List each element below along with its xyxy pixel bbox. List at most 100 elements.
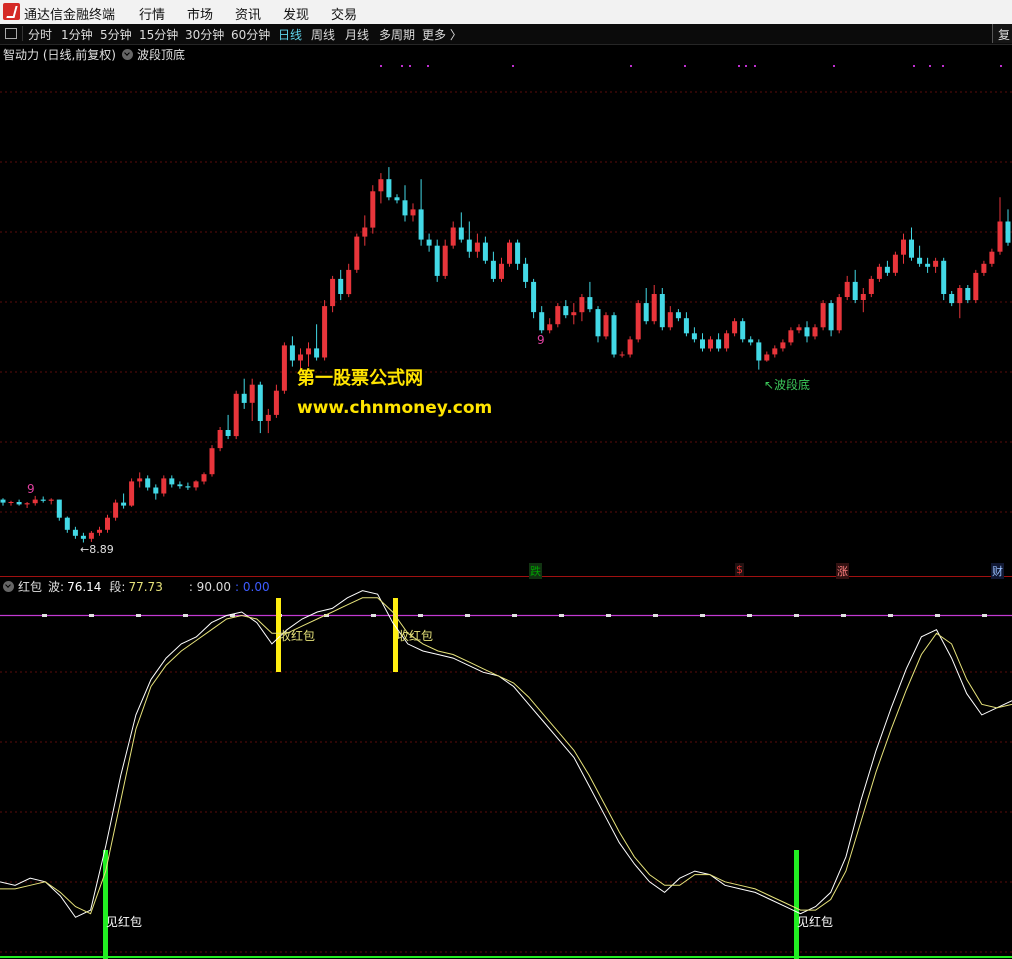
candle-body bbox=[354, 236, 360, 270]
level-marker bbox=[794, 614, 799, 617]
candle-body bbox=[691, 333, 697, 340]
candle-body bbox=[450, 227, 456, 246]
signal-dot bbox=[738, 65, 740, 67]
level-marker bbox=[512, 614, 517, 617]
candle-body bbox=[836, 297, 842, 331]
signal-dot bbox=[833, 65, 835, 67]
candle-body bbox=[667, 312, 673, 328]
signal-dot bbox=[745, 65, 747, 67]
watermark-title: 第一股票公式网 bbox=[297, 368, 423, 389]
buy-signal-bar bbox=[794, 850, 799, 959]
candle-body bbox=[499, 263, 504, 279]
candle-body bbox=[772, 348, 778, 355]
level-marker bbox=[89, 614, 94, 617]
candle-body bbox=[844, 281, 850, 297]
level-marker bbox=[888, 614, 893, 617]
candle-body bbox=[523, 263, 529, 282]
candle-body bbox=[402, 200, 408, 216]
level-marker bbox=[42, 614, 47, 617]
candle-body bbox=[909, 239, 914, 258]
candle-body bbox=[346, 269, 352, 295]
candle-body bbox=[507, 242, 512, 264]
panel-divider bbox=[0, 576, 1012, 577]
candle-body bbox=[868, 278, 874, 294]
candle-body bbox=[981, 263, 987, 273]
candle-body bbox=[386, 179, 392, 198]
candle-body bbox=[257, 384, 263, 421]
candle-body bbox=[708, 339, 713, 349]
candle-body bbox=[531, 281, 537, 313]
indicator-panel-header: 红包 波: 76.14 段: 77.73: 90.00: 0.00 bbox=[3, 578, 270, 595]
candle-body bbox=[941, 260, 947, 294]
candle-body bbox=[314, 348, 320, 358]
signal-dot bbox=[1000, 65, 1002, 67]
level-marker bbox=[841, 614, 846, 617]
candle-body bbox=[764, 354, 770, 361]
indicator-dropdown-icon[interactable] bbox=[3, 581, 14, 592]
candle-body bbox=[579, 297, 585, 313]
candle-body bbox=[64, 517, 70, 530]
top-signal-dots bbox=[380, 65, 1002, 67]
candle-body bbox=[860, 294, 866, 300]
candle-body bbox=[185, 486, 191, 488]
candle-body bbox=[482, 242, 488, 261]
candle-body bbox=[137, 478, 143, 482]
signal-dot bbox=[401, 65, 403, 67]
buy-redpacket-label: 见红包 bbox=[797, 915, 834, 929]
candle-body bbox=[997, 221, 1003, 252]
candle-body bbox=[129, 481, 135, 506]
candle-body bbox=[48, 499, 54, 501]
candle-body bbox=[113, 502, 119, 518]
level-marker bbox=[653, 614, 658, 617]
candle-body bbox=[876, 266, 882, 279]
chart-canvas[interactable] bbox=[0, 0, 1012, 959]
candle-body bbox=[121, 502, 127, 506]
candle-body bbox=[716, 339, 722, 349]
candle-body bbox=[370, 191, 376, 228]
candle-body bbox=[233, 393, 239, 437]
signal-dot bbox=[929, 65, 931, 67]
candle-body bbox=[72, 529, 78, 536]
candle-body bbox=[571, 312, 577, 316]
candle-body bbox=[643, 303, 649, 322]
low-price-label: ←8.89 bbox=[80, 543, 114, 556]
candle-body bbox=[394, 197, 400, 201]
candle-body bbox=[683, 318, 689, 334]
signal-dot bbox=[427, 65, 429, 67]
candle-body bbox=[40, 499, 46, 501]
candle-body bbox=[619, 354, 625, 356]
signal-dot bbox=[754, 65, 756, 67]
candle-body bbox=[852, 281, 858, 300]
candle-body bbox=[949, 294, 955, 304]
candle-body bbox=[989, 251, 995, 264]
sell-redpacket-label: 收红包 bbox=[279, 629, 316, 643]
candle-body bbox=[378, 179, 384, 192]
candle-body bbox=[965, 288, 971, 301]
seg-value: 77.73 bbox=[128, 580, 163, 594]
candle-body bbox=[442, 245, 448, 276]
candle-body bbox=[611, 315, 617, 355]
level-marker bbox=[935, 614, 940, 617]
candle-body bbox=[804, 327, 810, 337]
candle-body bbox=[466, 239, 472, 252]
indicator-grid bbox=[0, 614, 1012, 953]
signal-dot bbox=[512, 65, 514, 67]
candle-body bbox=[780, 342, 786, 349]
level-marker bbox=[559, 614, 564, 617]
candle-body bbox=[820, 303, 826, 328]
candle-body bbox=[145, 478, 151, 488]
candle-body bbox=[555, 306, 561, 325]
level-marker bbox=[183, 614, 188, 617]
candle-body bbox=[828, 303, 834, 331]
candle-body bbox=[169, 478, 175, 485]
candlestick-series bbox=[0, 167, 1011, 543]
nine-mark: 9 bbox=[27, 482, 35, 496]
segment-line bbox=[0, 597, 1012, 915]
level-marker bbox=[982, 614, 987, 617]
level-label: : 90.00 bbox=[188, 580, 232, 594]
seg-label: 段: bbox=[109, 580, 126, 594]
indicator-panel-name[interactable]: 红包 bbox=[18, 580, 42, 594]
candle-body bbox=[201, 474, 207, 482]
candle-body bbox=[796, 327, 802, 331]
wave-bottom-label: ↖波段底 bbox=[764, 378, 811, 392]
